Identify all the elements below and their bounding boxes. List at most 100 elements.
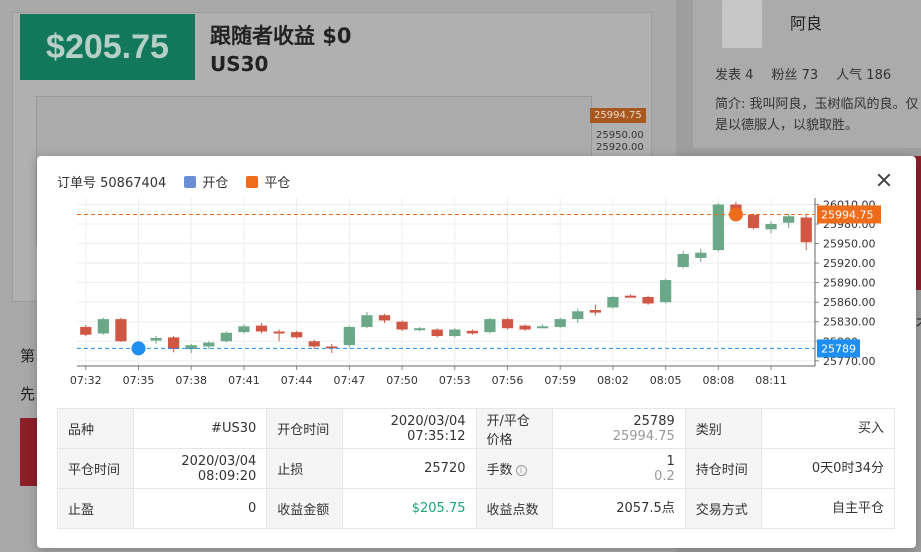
x-tick-label: 07:56: [492, 374, 524, 387]
label-lots: 手数 i: [475, 448, 553, 489]
candle-body: [466, 330, 478, 334]
table-row: 品种 #US30 开仓时间 2020/03/04 07:35:12 开/平仓价格 …: [57, 408, 896, 449]
bg-text: 第: [20, 347, 36, 365]
author-stats: 发表 4 粉丝 73 人气 186: [715, 64, 891, 83]
author-name[interactable]: 阿良: [790, 10, 822, 34]
candle-body: [291, 332, 303, 338]
order-number: 订单号 50867404: [57, 176, 167, 191]
candle-body: [80, 326, 92, 335]
y-tick-label: 25830.00: [823, 316, 876, 329]
label-stop-loss: 止损: [266, 448, 344, 489]
x-tick-label: 07:47: [334, 374, 366, 387]
value-profit-points: 2057.5点: [551, 488, 686, 529]
legend-open-swatch: [184, 175, 197, 188]
x-tick-label: 07:38: [175, 374, 207, 387]
x-tick-label: 08:05: [650, 374, 682, 387]
order-detail-table: 品种 #US30 开仓时间 2020/03/04 07:35:12 开/平仓价格 …: [57, 408, 896, 529]
label-take-profit: 止盈: [57, 488, 134, 529]
avatar[interactable]: [722, 0, 762, 48]
value-symbol: #US30: [132, 408, 268, 449]
y-tick-label: 25890.00: [823, 277, 876, 290]
candle-body: [501, 319, 514, 329]
stat-item: 粉丝 73: [771, 68, 819, 83]
candle-body: [660, 280, 672, 303]
label-open-time: 开仓时间: [266, 408, 344, 449]
label-category: 类别: [684, 408, 762, 449]
legend-open-label: 开仓: [202, 176, 229, 191]
open-price-label: 25789: [821, 342, 856, 355]
value-trade-mode: 自主平仓: [760, 488, 896, 529]
candle-body: [712, 204, 724, 251]
x-tick-label: 07:41: [228, 374, 260, 387]
candle-body: [783, 216, 795, 223]
candle-body: [642, 296, 654, 304]
candle-body: [168, 337, 180, 350]
value-close-time: 2020/03/04 08:09:20: [132, 448, 268, 489]
candle-body: [378, 315, 391, 321]
value-prices: 25789 25994.75: [551, 408, 686, 449]
bg-text: 才: [916, 312, 921, 331]
x-tick-label: 07:59: [544, 374, 576, 387]
label-profit-points: 收益点数: [475, 488, 553, 529]
value-open-time: 2020/03/04 07:35:12: [342, 408, 477, 449]
chart-svg: 07:32 07:35 07:38 07:41 07:44 07:47 07:50 07:53…: [70, 198, 881, 387]
bg-price-label: 25950.00: [596, 130, 644, 141]
candle-body: [554, 319, 566, 327]
label-profit-amount: 收益金额: [266, 488, 344, 529]
candle-body: [343, 326, 355, 346]
x-tick-label: 07:50: [386, 374, 418, 387]
y-tick-label: 25920.00: [823, 257, 876, 270]
candle-body: [115, 319, 127, 342]
info-circle-icon[interactable]: i: [515, 465, 527, 476]
candle-body: [624, 295, 637, 298]
candle-body: [150, 338, 162, 341]
bg-text: 先: [20, 385, 36, 403]
order-detail-modal: 订单号 50867404 开仓 平仓 07:32 07:35 07:38 07:41 0…: [37, 156, 916, 548]
candle-body: [97, 319, 109, 334]
bg-symbol: US30: [210, 52, 269, 76]
x-tick-label: 07:53: [439, 374, 471, 387]
table-row: 平仓时间 2020/03/04 08:09:20 止损 25720 手数 i 1 0.…: [57, 448, 896, 489]
close-marker: [728, 207, 743, 222]
candle-body: [414, 328, 426, 331]
candle-body: [220, 332, 232, 342]
candle-body: [695, 252, 707, 258]
candle-body: [308, 341, 320, 347]
label-prices: 开/平仓价格: [475, 408, 553, 449]
x-tick-label: 08:08: [703, 374, 735, 387]
label-symbol: 品种: [57, 408, 134, 449]
candle-body: [484, 319, 496, 333]
value-lots: 1 0.2: [551, 448, 686, 489]
close-icon[interactable]: [873, 170, 895, 192]
x-tick-label: 07:32: [70, 374, 102, 387]
bg-price-label: 25920.00: [596, 142, 644, 153]
bg-price-tag: 25994.75: [590, 108, 646, 123]
bg-follower-profit: 跟随者收益 $0: [210, 24, 352, 48]
value-category: 买入: [760, 408, 896, 449]
candle-body: [765, 224, 777, 230]
label-close-time: 平仓时间: [57, 448, 134, 489]
value-profit-amount: $205.75: [342, 488, 477, 529]
candle-body: [800, 217, 812, 243]
modal-header: 订单号 50867404 开仓 平仓: [57, 172, 290, 191]
candle-body: [677, 254, 689, 268]
legend-close-label: 平仓: [264, 176, 291, 191]
candle-body: [361, 315, 373, 327]
value-hold-time: 0天0时34分: [760, 448, 896, 489]
candle-body: [255, 325, 268, 332]
candle-body: [537, 326, 549, 329]
table-row: 止盈 0 收益金额 $205.75 收益点数 2057.5点 交易方式 自主平仓: [57, 488, 896, 529]
close-price-label: 25994.75: [821, 208, 874, 221]
candle-body: [589, 310, 601, 313]
label-hold-time: 持仓时间: [684, 448, 762, 489]
candle-body: [519, 325, 531, 330]
candlestick-chart: 07:32 07:35 07:38 07:41 07:44 07:47 07:50 07:53…: [37, 196, 916, 396]
x-tick-label: 07:35: [123, 374, 155, 387]
candle-body: [203, 342, 215, 347]
value-stop-loss: 25720: [342, 448, 477, 489]
author-bio: 简介: 我叫阿良，玉树临风的良。仅是以德服人，以貌取胜。: [715, 97, 919, 133]
legend-close-swatch: [246, 175, 259, 188]
open-marker: [131, 341, 146, 356]
stat-item: 人气 186: [836, 68, 892, 83]
candle-body: [607, 296, 619, 308]
